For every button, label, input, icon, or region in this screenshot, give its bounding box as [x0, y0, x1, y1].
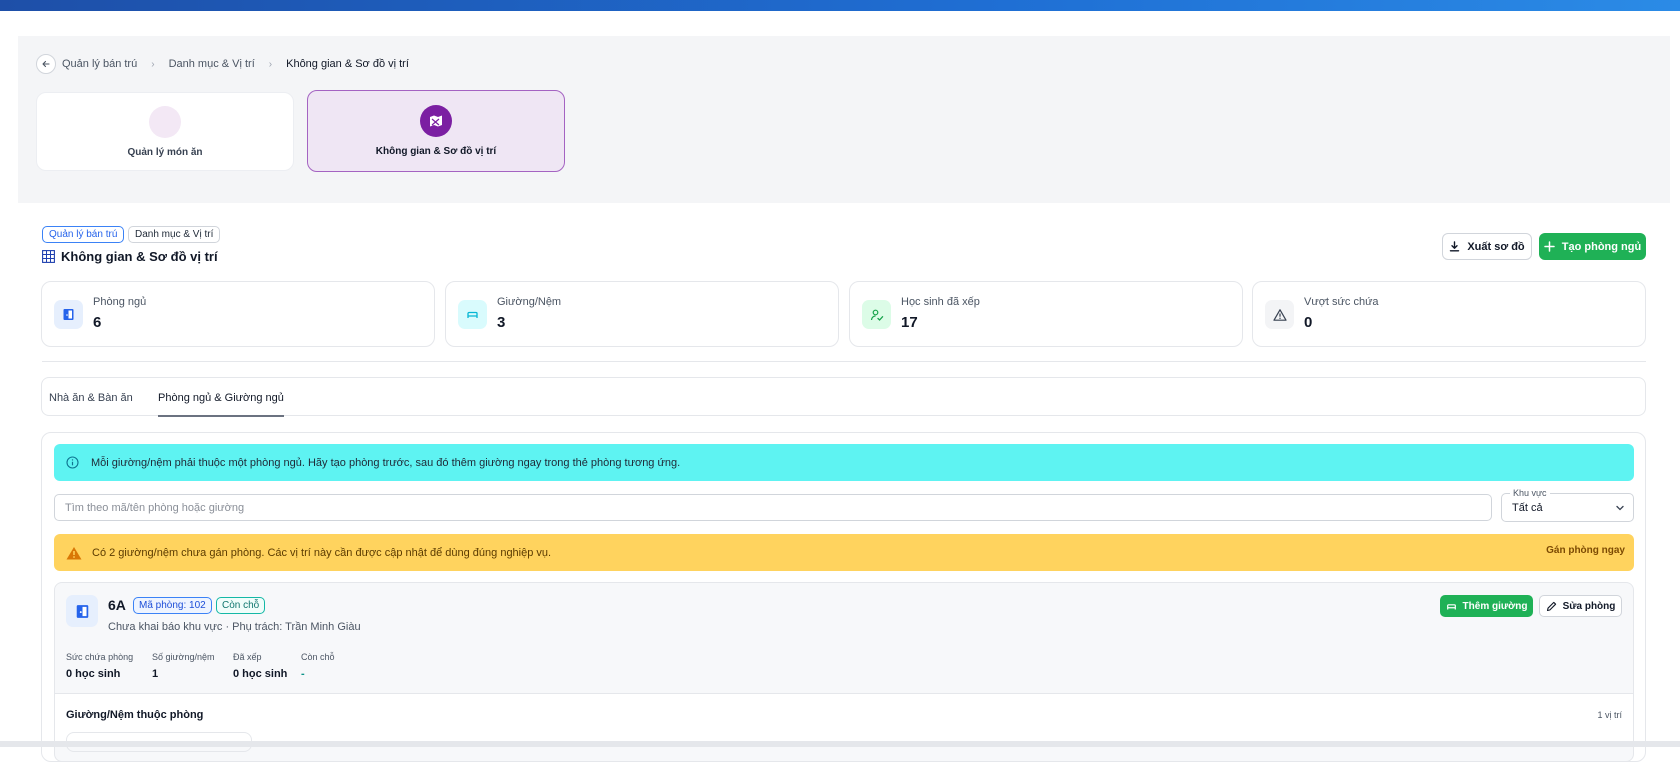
stat-value: 6	[93, 314, 102, 331]
warning-icon	[1265, 300, 1294, 329]
edit-room-label: Sửa phòng	[1562, 600, 1616, 612]
room-beds-section: Giường/Nệm thuộc phòng 1 vị trí	[55, 693, 1633, 752]
tab-dining[interactable]: Nhà ăn & Bàn ăn	[49, 378, 133, 417]
door-icon	[66, 595, 98, 627]
pencil-icon	[1546, 601, 1557, 612]
create-dorm-room-label: Tạo phòng ngủ	[1561, 240, 1642, 253]
module-card-food[interactable]: Quản lý món ăn	[36, 92, 294, 171]
info-icon	[66, 456, 79, 469]
header-tag-boarding: Quản lý bán trú	[42, 226, 125, 243]
tab-dorm-rooms[interactable]: Phòng ngủ & Giường ngủ	[158, 378, 284, 417]
add-bed-label: Thêm giường	[1462, 600, 1528, 612]
room-stat-label: Còn chỗ	[301, 652, 335, 662]
plus-icon	[1544, 241, 1555, 252]
stat-value: 0	[1304, 314, 1313, 331]
breadcrumb-separator-icon: ›	[268, 58, 273, 70]
stat-label: Phòng ngủ	[93, 296, 147, 308]
edit-room-button[interactable]: Sửa phòng	[1539, 595, 1622, 617]
create-dorm-room-button[interactable]: Tạo phòng ngủ	[1539, 233, 1646, 260]
warning-text: Có 2 giường/nệm chưa gán phòng. Các vị t…	[92, 546, 552, 559]
add-bed-button[interactable]: Thêm giường	[1440, 595, 1533, 617]
export-map-button[interactable]: Xuất sơ đồ	[1442, 233, 1532, 260]
page-title-text: Không gian & Sơ đồ vị trí	[61, 249, 218, 264]
stat-card-students-assigned: Học sinh đã xếp 17	[849, 281, 1243, 347]
assign-room-now-link[interactable]: Gán phòng ngay	[1546, 545, 1625, 556]
stat-card-rooms: Phòng ngủ 6	[41, 281, 435, 347]
stat-card-over-capacity: Vượt sức chứa 0	[1252, 281, 1646, 347]
bed-icon	[1446, 601, 1457, 612]
breadcrumb-item-current: Không gian & Sơ đồ vị trí	[286, 58, 409, 70]
room-search-input[interactable]	[54, 494, 1492, 521]
header-tag-catalog: Danh mục & Vị trí	[128, 226, 221, 243]
room-beds-title: Giường/Nệm thuộc phòng	[66, 709, 204, 721]
info-banner: Mỗi giường/nệm phải thuộc một phòng ngủ.…	[54, 444, 1634, 481]
tab-bar: Nhà ăn & Bàn ăn Phòng ngủ & Giường ngủ	[41, 377, 1646, 417]
export-map-label: Xuất sơ đồ	[1467, 240, 1525, 253]
top-gradient-bar	[0, 0, 1680, 11]
chevron-down-icon	[1615, 503, 1625, 513]
horizontal-scrollbar[interactable]	[0, 741, 1680, 747]
stat-label: Vượt sức chứa	[1304, 296, 1379, 308]
unassigned-warning-banner: Có 2 giường/nệm chưa gán phòng. Các vị t…	[54, 534, 1634, 571]
area-select-value: Tất cả	[1512, 502, 1543, 514]
breadcrumb-item-boarding[interactable]: Quản lý bán trú	[62, 58, 137, 70]
food-module-icon	[149, 105, 181, 138]
module-card-label: Không gian & Sơ đồ vị trí	[375, 146, 497, 157]
map-module-icon	[420, 105, 452, 137]
back-arrow-icon[interactable]	[36, 54, 56, 74]
bed-icon	[458, 300, 487, 329]
area-select[interactable]: Khu vực Tất cả	[1501, 488, 1634, 522]
breadcrumb-separator-icon: ›	[151, 58, 155, 70]
breadcrumb-item-catalog[interactable]: Danh mục & Vị trí	[169, 58, 255, 70]
breadcrumb: Quản lý bán trú › Danh mục & Vị trí › Kh…	[36, 54, 409, 74]
module-card-label: Quản lý món ăn	[127, 146, 203, 158]
door-icon	[54, 300, 83, 329]
room-code-badge: Mã phòng: 102	[133, 597, 212, 614]
warning-triangle-icon	[66, 546, 82, 560]
room-stat-value: 0 học sinh	[233, 668, 288, 680]
room-beds-count: 1 vị trí	[1597, 710, 1622, 720]
stat-label: Giường/Nệm	[497, 296, 562, 308]
area-select-label: Khu vực	[1510, 488, 1550, 498]
user-check-icon	[862, 300, 891, 329]
stat-card-beds: Giường/Nệm 3	[445, 281, 839, 347]
stat-value: 3	[497, 314, 506, 331]
room-name: 6A	[108, 597, 126, 613]
stat-label: Học sinh đã xếp	[901, 296, 980, 308]
stat-value: 17	[901, 314, 918, 331]
grid-icon	[42, 250, 55, 263]
download-icon	[1449, 241, 1460, 252]
room-stat-value: 0 học sinh	[66, 668, 121, 680]
room-stat-label: Sức chứa phòng	[66, 652, 134, 662]
page-title: Không gian & Sơ đồ vị trí	[42, 249, 218, 264]
section-divider	[42, 361, 1646, 362]
room-status-badge: Còn chỗ	[216, 597, 266, 614]
room-stat-label: Đã xếp	[233, 652, 262, 662]
room-stat-label: Số giường/nệm	[152, 652, 215, 662]
module-card-space[interactable]: Không gian & Sơ đồ vị trí	[307, 90, 565, 172]
info-text: Mỗi giường/nệm phải thuộc một phòng ngủ.…	[91, 456, 681, 469]
room-description: Chưa khai báo khu vực · Phụ trách: Trần …	[108, 621, 361, 633]
room-stat-value: -	[301, 668, 305, 680]
room-stat-value: 1	[152, 668, 159, 680]
